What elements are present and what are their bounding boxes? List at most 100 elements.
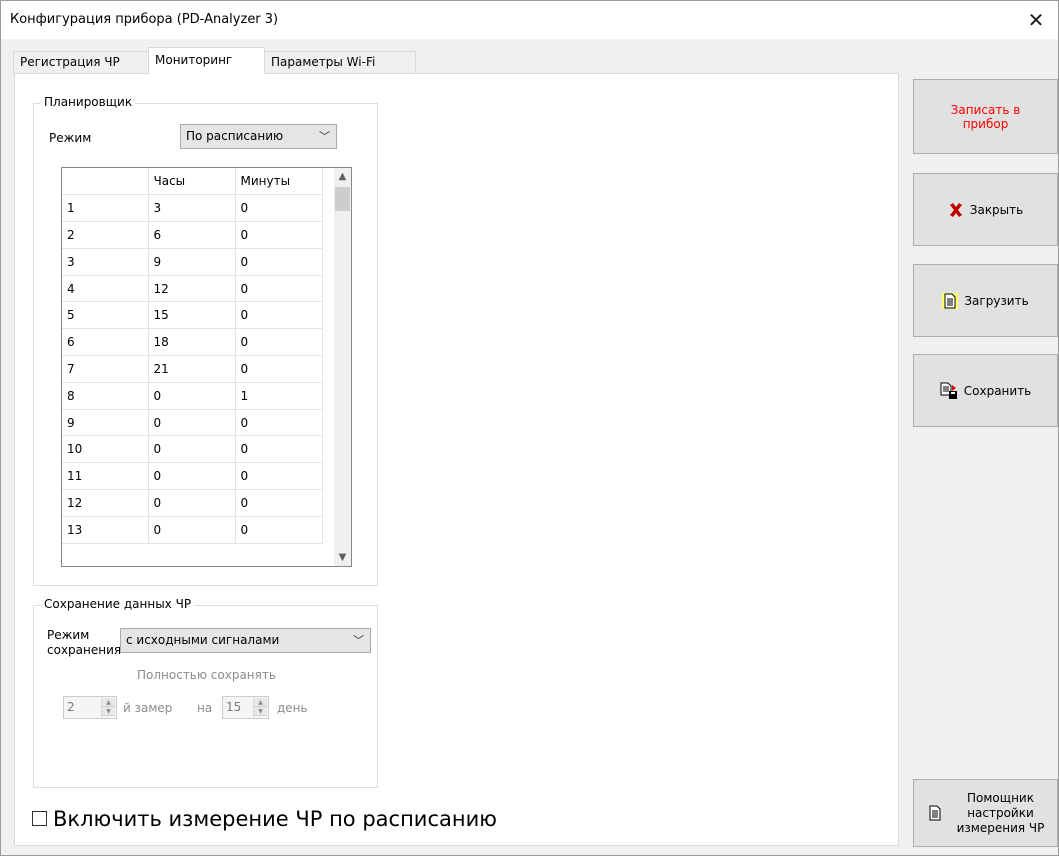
scheduler-mode-select[interactable]: По расписанию ﹀ — [180, 124, 337, 149]
load-button[interactable]: Загрузить — [913, 264, 1058, 337]
column-header-minutes: Минуты — [235, 168, 323, 196]
table-row[interactable]: 900 — [62, 409, 323, 437]
tab-registration[interactable]: Регистрация ЧР — [13, 51, 149, 73]
row-index-cell: 9 — [62, 409, 149, 437]
minutes-cell[interactable]: 1 — [235, 382, 323, 410]
monitoring-panel: Планировщик Режим По расписанию ﹀ Часы М… — [14, 73, 899, 846]
hours-cell[interactable]: 12 — [148, 275, 236, 303]
scheduler-mode-label: Режим — [49, 131, 92, 145]
load-button-label: Загрузить — [964, 293, 1029, 308]
tab-monitoring[interactable]: Мониторинг — [148, 47, 265, 74]
close-button[interactable]: Закрыть — [913, 173, 1058, 246]
save-button[interactable]: Сохранить — [913, 354, 1058, 427]
red-x-icon — [949, 202, 962, 217]
hours-cell[interactable]: 21 — [148, 355, 236, 383]
table-row[interactable]: 7 21 0 — [62, 355, 323, 383]
chevron-down-icon: ﹀ — [319, 130, 330, 143]
on-label: на — [197, 701, 213, 715]
save-button-content: Сохранить — [914, 355, 1057, 426]
load-button-content: Загрузить — [914, 265, 1057, 336]
schedule-checkbox[interactable] — [32, 810, 47, 826]
scroll-up-arrow-icon[interactable]: ▲ — [334, 168, 351, 185]
fully-save-label: Полностью сохранять — [137, 668, 276, 682]
document-icon — [929, 805, 941, 821]
window-title: Конфигурация прибора (PD-Analyzer 3) — [10, 12, 279, 27]
hours-cell[interactable]: 0 — [148, 462, 236, 491]
minutes-cell[interactable]: 0 — [235, 221, 323, 249]
scheduler-group-title: Планировщик — [41, 95, 136, 109]
table-row[interactable]: 801 — [62, 382, 323, 410]
minutes-cell[interactable]: 0 — [235, 355, 323, 383]
hours-cell[interactable]: 9 — [148, 248, 236, 276]
save-mode-label-line2: сохранения — [47, 643, 122, 657]
scheduler-mode-value: По расписанию — [186, 129, 284, 143]
hours-cell[interactable]: 3 — [148, 194, 236, 223]
write-to-device-button[interactable]: Записать в прибор — [913, 79, 1058, 154]
minutes-cell[interactable]: 0 — [235, 409, 323, 437]
minutes-cell[interactable]: 0 — [235, 275, 323, 303]
hours-cell[interactable]: 0 — [148, 382, 236, 410]
measure-number-value: 2 — [67, 700, 75, 714]
hours-cell[interactable]: 0 — [148, 489, 236, 517]
column-header-hours: Часы — [148, 168, 236, 196]
measure-number-spinner[interactable]: 2 ▲ ▼ — [63, 696, 117, 719]
hours-cell[interactable]: 6 — [148, 221, 236, 249]
save-mode-value: с исходными сигналами — [126, 633, 280, 647]
table-row[interactable]: 390 — [62, 248, 323, 276]
hours-cell[interactable]: 0 — [148, 409, 236, 437]
row-index-cell: 4 — [62, 275, 149, 303]
assistant-label-line1: Помощник — [967, 790, 1034, 805]
spin-up-icon[interactable]: ▲ — [254, 698, 267, 707]
minutes-cell[interactable]: 0 — [235, 516, 323, 544]
save-document-icon — [940, 382, 957, 399]
minutes-cell[interactable]: 0 — [235, 301, 323, 330]
hours-cell[interactable]: 0 — [148, 516, 236, 544]
table-row[interactable]: 6 18 0 — [62, 328, 323, 357]
schedule-grid[interactable]: Часы Минуты 1 3 0 2 6 0 3 9 0 4 12 0 5 15 0 6 18 0 7 21 0 8 0 1… — [61, 167, 352, 567]
save-button-label: Сохранить — [963, 383, 1032, 398]
row-index-cell: 11 — [62, 462, 149, 491]
minutes-cell[interactable]: 0 — [235, 194, 323, 223]
minutes-cell[interactable]: 0 — [235, 248, 323, 276]
schedule-checkbox-row[interactable]: Включить измерение ЧР по расписанию — [32, 807, 497, 831]
day-spinner[interactable]: 15 ▲ ▼ — [222, 696, 269, 719]
spin-down-icon[interactable]: ▼ — [254, 707, 267, 716]
minutes-cell[interactable]: 0 — [235, 462, 323, 491]
schedule-checkbox-label: Включить измерение ЧР по расписанию — [53, 807, 497, 831]
spin-up-icon[interactable]: ▲ — [102, 698, 115, 707]
hours-cell[interactable]: 0 — [148, 435, 236, 464]
hours-cell[interactable]: 15 — [148, 301, 236, 330]
row-index-cell: 13 — [62, 516, 149, 544]
scroll-thumb[interactable] — [335, 187, 350, 211]
table-row[interactable]: 5 15 0 — [62, 301, 323, 330]
write-button-label-line2: прибор — [962, 116, 1009, 131]
table-row[interactable]: 260 — [62, 221, 323, 249]
hours-cell[interactable]: 18 — [148, 328, 236, 357]
row-index-cell: 12 — [62, 489, 149, 517]
scroll-down-arrow-icon[interactable]: ▼ — [334, 549, 351, 566]
row-index-cell: 8 — [62, 382, 149, 410]
table-row[interactable]: 10 0 0 — [62, 435, 323, 464]
save-data-group: Сохранение данных ЧР Режим сохранения с … — [33, 597, 378, 788]
table-row[interactable]: 12 0 0 — [62, 489, 323, 517]
spinner-buttons[interactable]: ▲ ▼ — [253, 698, 267, 717]
table-row[interactable]: 13 0 0 — [62, 516, 323, 544]
tab-wifi[interactable]: Параметры Wi-Fi — [264, 51, 416, 73]
close-button-label: Закрыть — [969, 202, 1024, 217]
minutes-cell[interactable]: 0 — [235, 328, 323, 357]
table-row[interactable]: 4 12 0 — [62, 275, 323, 303]
save-mode-label-line1: Режим — [47, 628, 90, 642]
close-window-icon[interactable]: ✕ — [1024, 7, 1048, 33]
table-row[interactable]: 130 — [62, 194, 323, 223]
minutes-cell[interactable]: 0 — [235, 435, 323, 464]
measurement-assistant-button[interactable]: Помощник настройки измерения ЧР — [913, 779, 1058, 847]
grid-scrollbar[interactable]: ▲ ▼ — [334, 168, 351, 566]
table-header-row: Часы Минуты — [62, 168, 323, 196]
minutes-cell[interactable]: 0 — [235, 489, 323, 517]
table-row[interactable]: 11 0 0 — [62, 462, 323, 491]
spinner-buttons[interactable]: ▲ ▼ — [101, 698, 115, 717]
save-mode-select[interactable]: с исходными сигналами ﹀ — [120, 628, 371, 653]
row-index-cell: 7 — [62, 355, 149, 383]
chevron-down-icon: ﹀ — [353, 634, 364, 647]
spin-down-icon[interactable]: ▼ — [102, 707, 115, 716]
